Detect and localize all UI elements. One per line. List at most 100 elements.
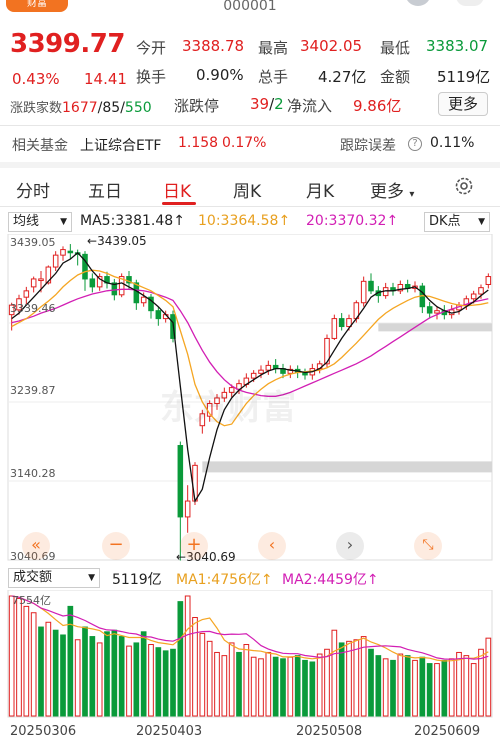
candle-body <box>485 276 492 285</box>
volume-bar <box>126 645 132 717</box>
candle-body <box>177 445 184 518</box>
date-label: 20250508 <box>296 724 363 739</box>
turnover-label: 换手 <box>136 68 167 86</box>
volume-bar <box>250 656 257 717</box>
date-label: 20250609 <box>414 724 481 739</box>
volume-bar <box>74 639 81 717</box>
volume-bar <box>390 659 396 717</box>
fund-name[interactable]: 上证综合ETF <box>80 135 161 155</box>
volume-bar <box>236 651 242 717</box>
volume-bar <box>221 655 228 717</box>
high-value: 3402.05 <box>300 37 363 55</box>
candle-body <box>184 500 191 518</box>
volume-bar <box>382 658 389 717</box>
volume-bar <box>272 656 279 717</box>
volume-bar <box>302 659 308 717</box>
breadth: 涨跌家数1677/85/550 <box>10 97 152 116</box>
arrow-up-icon: ↑ <box>173 213 185 229</box>
volume-bar <box>294 655 301 717</box>
volume-indicator-select[interactable]: 成交额 ▼ <box>8 568 100 588</box>
volume-bar <box>485 637 492 717</box>
tab-more[interactable]: 更多 ▾ <box>370 177 414 202</box>
first-page-button[interactable]: « <box>22 532 50 560</box>
prev-button[interactable]: ‹ <box>258 532 286 560</box>
candle-body <box>30 278 37 288</box>
open-label: 今开 <box>136 39 167 57</box>
candle-body <box>23 290 30 298</box>
info-icon[interactable]: ? <box>408 137 422 151</box>
date-label: 20250306 <box>10 724 77 739</box>
volume-bar <box>404 655 411 717</box>
volume-bar <box>67 605 74 717</box>
volume-bar <box>448 658 455 717</box>
tab-monthly-k[interactable]: 月K <box>306 177 334 202</box>
volume-bar <box>470 663 477 717</box>
more-button[interactable]: 更多 <box>438 92 488 116</box>
divider <box>0 125 500 126</box>
tab-intraday[interactable]: 分时 <box>16 177 50 202</box>
tab-weekly-k[interactable]: 周K <box>233 177 261 202</box>
ma20-text: 20:3370.32 <box>306 213 387 229</box>
volume-bar <box>441 659 448 717</box>
breadth-label: 涨跌家数 <box>10 101 63 116</box>
volume-bar <box>23 605 30 717</box>
volume-bar <box>419 656 426 717</box>
limit-values: 39/2 <box>250 95 284 113</box>
volume-bar <box>82 626 88 717</box>
candle-body <box>89 278 96 288</box>
amount-value: 5119亿 <box>437 68 491 86</box>
candle-body <box>470 293 477 300</box>
breadth-up: 1677 <box>62 100 98 116</box>
inflow-value: 9.86亿 <box>353 97 402 115</box>
candle-body <box>38 278 44 282</box>
volume-bar <box>412 659 418 717</box>
price-axis-label: 3140.28 <box>10 467 56 480</box>
change-amount: 14.41 <box>84 70 127 88</box>
volume-bar <box>38 626 44 717</box>
candle-body <box>478 287 484 295</box>
divider <box>0 162 500 168</box>
chevron-down-icon: ▼ <box>88 573 95 583</box>
zoom-in-button[interactable]: + <box>180 532 208 560</box>
volume-bar <box>199 632 206 717</box>
volume-chart[interactable] <box>0 590 500 718</box>
volume-bar <box>177 601 184 717</box>
volume-bar <box>287 656 294 717</box>
candle-body <box>60 249 66 256</box>
track-value: 0.11% <box>430 135 475 151</box>
indicator-select[interactable]: 均线 ▼ <box>8 212 72 232</box>
watermark: 东方财富 <box>160 388 296 428</box>
vol-ma2-value: MA2:4459亿↑ <box>282 569 379 589</box>
amount-label: 金额 <box>380 68 411 86</box>
candle-body <box>265 364 272 371</box>
volume-bar <box>243 644 250 717</box>
volume-axis-label: 7554亿 <box>12 594 51 607</box>
ma10-text: 10:3364.58 <box>198 213 279 229</box>
volume-bar <box>45 621 52 717</box>
limit-label: 涨跌停 <box>174 97 220 115</box>
candle-body <box>250 372 257 379</box>
candle-body <box>155 310 162 320</box>
volume-bar <box>118 636 125 717</box>
zoom-out-button[interactable]: − <box>102 532 130 560</box>
candle-body <box>360 280 367 304</box>
tab-daily-k[interactable]: 日K <box>163 177 191 202</box>
volume-value: 5119亿 <box>112 572 162 588</box>
dk-point-select[interactable]: DK点 ▼ <box>424 212 490 232</box>
next-button[interactable]: › <box>336 532 364 560</box>
volume-bar <box>478 648 484 717</box>
volume-bar <box>434 663 440 717</box>
tab-five-day[interactable]: 五日 <box>88 177 122 202</box>
arrow-up-icon: ↑ <box>366 572 379 588</box>
fund-label: 相关基金 <box>12 138 68 154</box>
volume-bar <box>184 595 191 717</box>
volume-bar <box>258 658 264 717</box>
fullscreen-button[interactable]: ⤡ <box>414 532 442 560</box>
settings-icon[interactable] <box>454 176 474 196</box>
volume-bar <box>456 651 462 717</box>
volume-bar <box>155 647 162 717</box>
vol-ma1-value: MA1:4756亿↑ <box>176 569 273 589</box>
volume-bar <box>397 653 404 717</box>
volume-bar <box>228 642 235 717</box>
vol-ma1-text: MA1:4756亿 <box>176 572 261 588</box>
